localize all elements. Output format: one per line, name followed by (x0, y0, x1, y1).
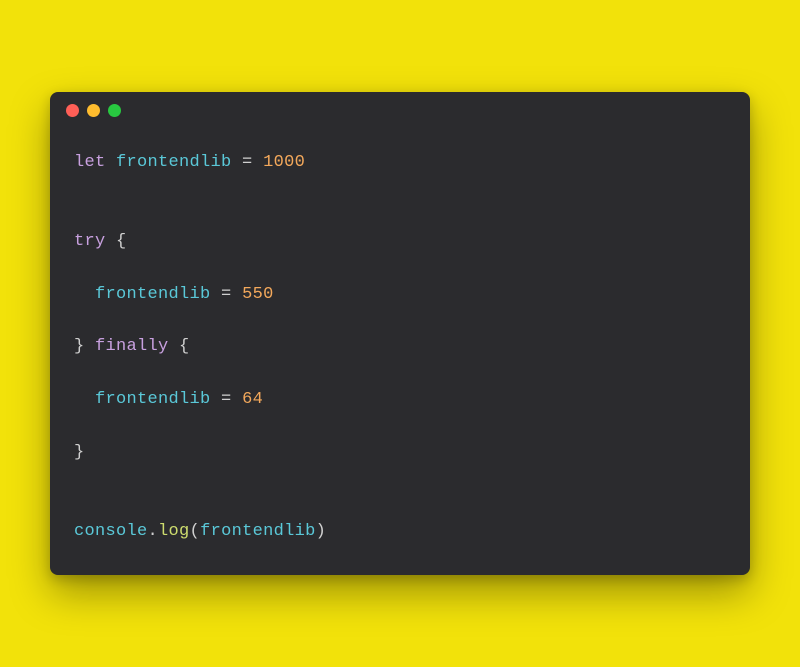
code-line (74, 308, 726, 334)
token-brace: { (116, 232, 127, 251)
token-number: 64 (242, 390, 263, 409)
token-func: log (158, 522, 190, 541)
token-number: 550 (242, 285, 274, 304)
token-keyword: try (74, 232, 116, 251)
code-editor-window: let frontendlib = 1000 try { frontendlib… (50, 92, 750, 575)
code-line: } finally { (74, 334, 726, 360)
minimize-icon[interactable] (87, 104, 100, 117)
token-keyword: let (74, 153, 116, 172)
token-ident: console (74, 522, 148, 541)
code-line (74, 361, 726, 387)
token-brace: ( (190, 522, 201, 541)
code-line (74, 255, 726, 281)
code-line: let frontendlib = 1000 (74, 150, 726, 176)
window-titlebar (50, 92, 750, 130)
zoom-icon[interactable] (108, 104, 121, 117)
code-line (74, 413, 726, 439)
code-line: frontendlib = 64 (74, 387, 726, 413)
code-line (74, 492, 726, 518)
token-keyword: finally (95, 337, 179, 356)
token-brace: { (179, 337, 190, 356)
token-ident: frontendlib (95, 285, 221, 304)
token-number: 1000 (263, 153, 305, 172)
token-operator: = (221, 285, 242, 304)
token-operator: = (221, 390, 242, 409)
token-ident: frontendlib (200, 522, 316, 541)
code-line (74, 176, 726, 202)
token-operator: = (242, 153, 263, 172)
code-line: } (74, 440, 726, 466)
token-brace: } (74, 443, 85, 462)
close-icon[interactable] (66, 104, 79, 117)
token-operator: . (148, 522, 159, 541)
code-line: console.log(frontendlib) (74, 519, 726, 545)
token-ident: frontendlib (116, 153, 242, 172)
code-content: let frontendlib = 1000 try { frontendlib… (50, 130, 750, 575)
code-line (74, 466, 726, 492)
code-line: try { (74, 229, 726, 255)
token-brace: ) (316, 522, 327, 541)
code-line (74, 203, 726, 229)
token-ident: frontendlib (95, 390, 221, 409)
token-brace: } (74, 337, 95, 356)
code-line: frontendlib = 550 (74, 282, 726, 308)
